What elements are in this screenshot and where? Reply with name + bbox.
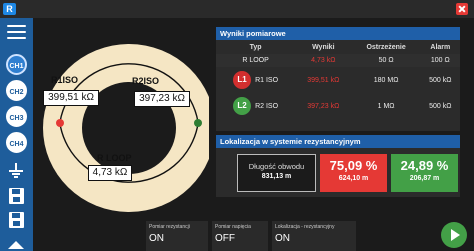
table-row: R LOOP 4,73 kΩ 50 Ω 100 Ω: [216, 54, 460, 67]
red-distance: 624,10 m: [338, 175, 369, 182]
results-table: Typ Wyniki Ostrzeżenie Alarm R LOOP 4,73…: [216, 40, 460, 119]
loop-result: 4,73 kΩ: [295, 54, 352, 67]
cable-ring-svg: [43, 44, 215, 212]
l1-terminal: [56, 119, 64, 127]
l1-badge: L1: [233, 71, 252, 89]
localization-title: Lokalizacja w systemie rezystancyjnym: [216, 135, 460, 148]
table-row: L2 R2 ISO 397,23 kΩ 1 MΩ 500 kΩ: [216, 93, 460, 119]
l2-type: R2 ISO: [255, 102, 279, 110]
l2-warning: 1 MΩ: [377, 102, 395, 110]
l2-badge: L2: [233, 97, 252, 115]
l1-result: 399,51 kΩ: [307, 76, 340, 84]
channel-4-button[interactable]: CH4: [6, 132, 27, 153]
channel-3-button[interactable]: CH3: [6, 106, 27, 127]
circuit-length-caption: Długość obwodu: [248, 162, 305, 171]
col-type: Typ: [249, 43, 262, 51]
localization-panel: Lokalizacja w systemie rezystancyjnym Dł…: [216, 135, 460, 197]
status-voltage-label: Pomiar napięcia: [215, 224, 251, 230]
col-alarm: Alarm: [430, 43, 451, 51]
l1-warning: 180 MΩ: [373, 76, 399, 84]
results-panel: Wyniki pomiarowe Typ Wyniki Ostrzeżenie …: [216, 27, 460, 131]
status-resistance-label: Pomiar rezystancji: [149, 224, 190, 230]
l2-result: 397,23 kΩ: [307, 102, 340, 110]
circuit-length-box: Długość obwodu 831,13 m: [237, 154, 316, 192]
green-percent: 24,89 %: [400, 158, 449, 173]
loop-type: R LOOP: [216, 54, 296, 67]
title-bar: R: [0, 0, 474, 18]
fault-red-box: 75,09 % 624,10 m: [320, 154, 387, 192]
r1-value-box: 399,51 kΩ: [43, 90, 99, 106]
l1-alarm: 500 kΩ: [429, 76, 452, 84]
cable-diagram: R1ISO 399,51 kΩ R2ISO 397,23 kΩ R LOOP 4…: [33, 18, 215, 214]
status-localization-label: Lokalizacja - rezystancyjny: [275, 224, 335, 230]
r2-label: R2ISO: [132, 76, 160, 86]
col-warning: Ostrzeżenie: [366, 43, 406, 51]
green-distance: 206,87 m: [409, 175, 440, 182]
status-localization-value: ON: [275, 233, 290, 244]
loop-value-box: 4,73 kΩ: [88, 165, 132, 181]
loop-alarm: 100 Ω: [420, 54, 460, 67]
menu-icon[interactable]: [7, 25, 26, 39]
status-voltage-tile[interactable]: Pomiar napięcia OFF: [212, 221, 268, 251]
app-logo-icon: R: [3, 3, 16, 15]
circuit-length-value: 831,13 m: [261, 173, 292, 180]
loop-label: R LOOP: [97, 153, 132, 163]
channel-2-button[interactable]: CH2: [6, 80, 27, 101]
fault-green-box: 24,89 % 206,87 m: [391, 154, 458, 192]
status-resistance-value: ON: [149, 233, 164, 244]
r1-label: R1ISO: [51, 75, 79, 85]
red-percent: 75,09 %: [329, 158, 378, 173]
ground-icon[interactable]: [9, 163, 24, 179]
col-result: Wyniki: [312, 43, 335, 51]
status-resistance-tile[interactable]: Pomiar rezystancji ON: [146, 221, 208, 251]
status-localization-tile[interactable]: Lokalizacja - rezystancyjny ON: [272, 221, 356, 251]
save-all-icon[interactable]: [9, 212, 24, 228]
table-row: L1 R1 ISO 399,51 kΩ 180 MΩ 500 kΩ: [216, 67, 460, 93]
l1-type: R1 ISO: [255, 76, 279, 84]
loop-warning: 50 Ω: [351, 54, 421, 67]
status-voltage-value: OFF: [215, 233, 235, 244]
scroll-up-icon[interactable]: [8, 241, 24, 249]
l2-terminal: [194, 119, 202, 127]
save-icon[interactable]: [9, 188, 24, 204]
start-measurement-button[interactable]: [441, 222, 467, 248]
close-icon[interactable]: [456, 3, 468, 15]
channel-1-button[interactable]: CH1: [6, 54, 27, 75]
results-title: Wyniki pomiarowe: [216, 27, 460, 40]
r2-value-box: 397,23 kΩ: [134, 91, 190, 107]
sidebar: CH1 CH2 CH3 CH4: [0, 18, 33, 251]
l2-alarm: 500 kΩ: [429, 102, 452, 110]
